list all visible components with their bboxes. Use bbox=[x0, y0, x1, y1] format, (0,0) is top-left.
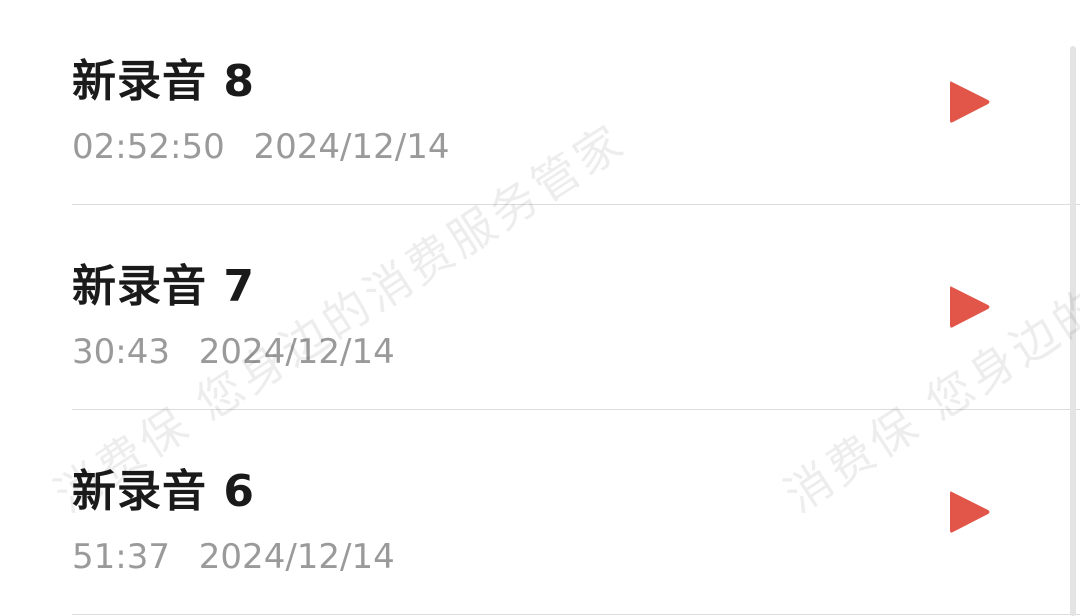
recordings-screen: 新录音 8 02:52:50 2024/12/14 新录音 7 30:43 20… bbox=[0, 0, 1080, 616]
recording-meta: 30:43 2024/12/14 bbox=[72, 331, 395, 373]
recording-date: 2024/12/14 bbox=[253, 127, 450, 167]
recording-item[interactable]: 新录音 8 02:52:50 2024/12/14 bbox=[0, 0, 1080, 205]
play-icon[interactable] bbox=[948, 78, 992, 126]
play-icon[interactable] bbox=[948, 283, 992, 331]
recording-list: 新录音 8 02:52:50 2024/12/14 新录音 7 30:43 20… bbox=[0, 0, 1080, 615]
recording-title: 新录音 8 bbox=[72, 56, 255, 107]
play-icon[interactable] bbox=[948, 488, 992, 536]
recording-item[interactable]: 新录音 7 30:43 2024/12/14 bbox=[0, 205, 1080, 410]
recording-title: 新录音 6 bbox=[72, 466, 255, 517]
recording-item[interactable]: 新录音 6 51:37 2024/12/14 bbox=[0, 410, 1080, 615]
recording-duration: 02:52:50 bbox=[72, 127, 225, 167]
recording-duration: 51:37 bbox=[72, 537, 170, 577]
divider bbox=[72, 614, 1080, 615]
recording-date: 2024/12/14 bbox=[198, 537, 395, 577]
recording-duration: 30:43 bbox=[72, 332, 170, 372]
recording-date: 2024/12/14 bbox=[198, 332, 395, 372]
recording-title: 新录音 7 bbox=[72, 261, 255, 312]
recording-meta: 02:52:50 2024/12/14 bbox=[72, 126, 449, 168]
scrollbar[interactable] bbox=[1070, 46, 1076, 616]
recording-meta: 51:37 2024/12/14 bbox=[72, 536, 395, 578]
